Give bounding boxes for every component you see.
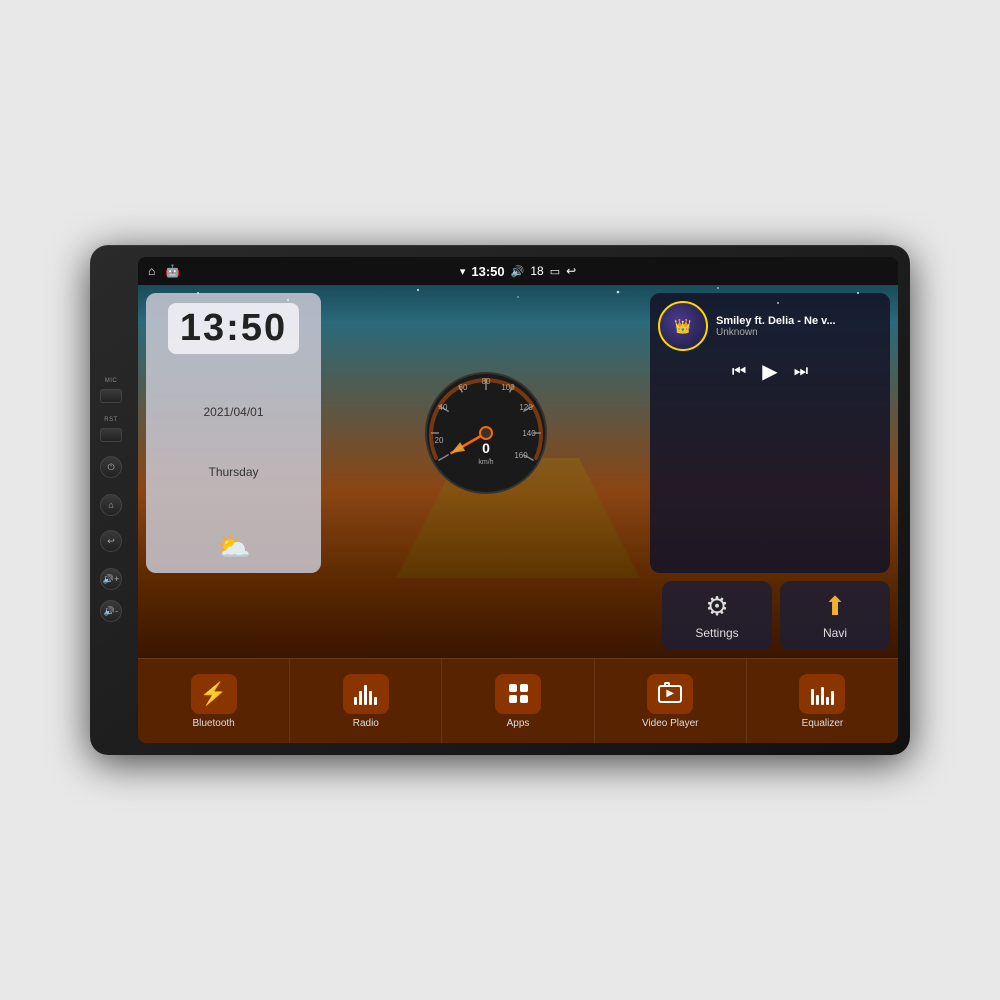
radio-icon-box — [343, 674, 389, 714]
weather-icon: ⛅ — [216, 530, 251, 563]
bluetooth-icon-box: ⚡ — [191, 674, 237, 714]
wifi-icon: ▾ — [460, 265, 466, 278]
prev-button[interactable]: ⏮ — [732, 363, 746, 381]
radio-app[interactable]: Radio — [290, 659, 442, 743]
back-side-button[interactable]: ↩ — [100, 530, 122, 552]
home-side-button[interactable]: ⌂ — [100, 494, 122, 516]
power-button[interactable]: ⏻ — [100, 456, 122, 478]
screen: ⌂ 🤖 ▾ 13:50 🔊 18 ▭ ↩ — [138, 257, 898, 743]
volume-status-icon: 🔊 — [511, 265, 525, 278]
apps-icon-box — [495, 674, 541, 714]
equalizer-label: Equalizer — [802, 718, 844, 729]
battery-icon: ▭ — [550, 265, 560, 278]
car-head-unit: MIC RST ⏻ ⌂ ↩ 🔊+ — [90, 245, 910, 755]
vol-up-button[interactable]: 🔊+ — [100, 568, 122, 590]
crown-icon: 👑 — [674, 318, 691, 335]
settings-button[interactable]: ⚙ Settings — [662, 581, 772, 650]
apps-app[interactable]: Apps — [442, 659, 594, 743]
vol-up-icon: 🔊+ — [103, 574, 119, 585]
navi-label: Navi — [823, 626, 847, 640]
status-center: ▾ 13:50 🔊 18 ▭ ↩ — [460, 264, 576, 279]
svg-text:20: 20 — [434, 436, 443, 445]
power-icon: ⏻ — [107, 462, 114, 473]
album-art: 👑 — [658, 301, 708, 351]
clock-widget: 13:50 2021/04/01 Thursday ⛅ — [146, 293, 321, 573]
settings-label: Settings — [695, 626, 738, 640]
navi-icon: ⬆ — [824, 591, 846, 622]
volume-level: 18 — [530, 264, 543, 278]
clock-day: Thursday — [208, 465, 258, 479]
svg-text:140: 140 — [522, 429, 536, 438]
video-player-icon: ▶ — [658, 685, 682, 703]
app-bar: ⚡ Bluetooth Radio — [138, 658, 898, 743]
mic-button[interactable] — [100, 389, 122, 403]
top-row: 13:50 2021/04/01 Thursday ⛅ — [146, 293, 890, 573]
music-artist: Unknown — [716, 327, 882, 338]
bluetooth-app[interactable]: ⚡ Bluetooth — [138, 659, 290, 743]
apps-label: Apps — [507, 718, 530, 729]
speedometer: 20 40 60 80 100 120 140 160 — [421, 368, 551, 498]
equalizer-icon-box — [799, 674, 845, 714]
video-label: Video Player — [642, 718, 699, 729]
bluetooth-icon: ⚡ — [200, 681, 227, 707]
clock-date: 2021/04/01 — [203, 405, 263, 419]
main-content: 13:50 2021/04/01 Thursday ⛅ — [138, 285, 898, 658]
equalizer-icon — [811, 683, 834, 705]
side-buttons: MIC RST ⏻ ⌂ ↩ 🔊+ — [100, 378, 122, 622]
mic-label: MIC — [105, 378, 118, 384]
status-bar: ⌂ 🤖 ▾ 13:50 🔊 18 ▭ ↩ — [138, 257, 898, 285]
vol-down-icon: 🔊- — [104, 606, 118, 617]
equalizer-app[interactable]: Equalizer — [747, 659, 898, 743]
music-controls: ⏮ ▶ ⏭ — [658, 359, 882, 384]
home-status-icon[interactable]: ⌂ — [148, 264, 155, 278]
vol-down-button[interactable]: 🔊- — [100, 600, 122, 622]
svg-text:km/h: km/h — [478, 459, 493, 466]
status-time: 13:50 — [471, 264, 504, 279]
navi-button[interactable]: ⬆ Navi — [780, 581, 890, 650]
apps-icon — [509, 684, 528, 703]
video-icon-box: ▶ — [647, 674, 693, 714]
music-title: Smiley ft. Delia - Ne v... — [716, 315, 882, 327]
next-button[interactable]: ⏭ — [794, 363, 808, 381]
home-side-icon: ⌂ — [108, 500, 113, 510]
rst-button[interactable] — [100, 428, 122, 442]
back-status-icon[interactable]: ↩ — [566, 264, 576, 278]
radio-label: Radio — [353, 718, 379, 729]
svg-text:160: 160 — [514, 451, 528, 460]
play-button[interactable]: ▶ — [762, 359, 777, 384]
radio-icon — [354, 683, 377, 705]
music-info-row: 👑 Smiley ft. Delia - Ne v... Unknown — [658, 301, 882, 351]
speedometer-widget: 20 40 60 80 100 120 140 160 — [329, 293, 642, 573]
music-info: Smiley ft. Delia - Ne v... Unknown — [716, 315, 882, 338]
bottom-main-row: ⚙ Settings ⬆ Navi — [146, 581, 890, 650]
video-app[interactable]: ▶ Video Player — [595, 659, 747, 743]
rst-label: RST — [104, 417, 118, 423]
music-widget: 👑 Smiley ft. Delia - Ne v... Unknown ⏮ ▶… — [650, 293, 890, 573]
settings-icon: ⚙ — [705, 591, 728, 622]
android-status-icon: 🤖 — [165, 264, 180, 278]
status-left: ⌂ 🤖 — [148, 264, 452, 278]
back-side-icon: ↩ — [107, 536, 115, 547]
svg-text:0: 0 — [482, 440, 490, 456]
video-play-icon: ▶ — [666, 688, 674, 699]
bluetooth-label: Bluetooth — [192, 718, 234, 729]
clock-time-display: 13:50 — [168, 303, 299, 354]
